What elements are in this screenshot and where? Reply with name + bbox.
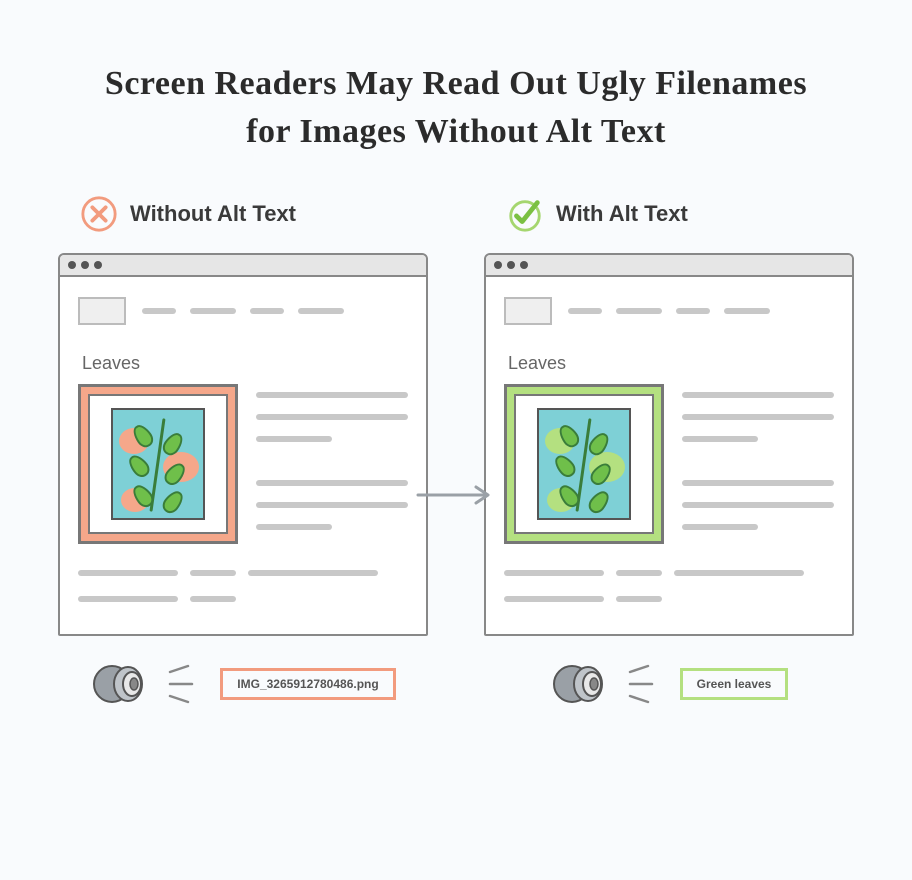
placeholder-line [682,524,758,530]
placeholder-line [256,524,332,530]
comparison-container: Without Alt Text Leaves [40,195,872,710]
window-titlebar [486,255,852,277]
screen-reader-output-right: Green leaves [680,668,789,700]
image-frame-left [78,384,238,544]
placeholder-line [504,570,604,576]
with-alt-column: With Alt Text Leaves [466,195,872,710]
window-dot [507,261,515,269]
browser-window-left: Leaves [58,253,428,636]
speaker-icon [550,658,612,710]
placeholder-line [724,308,770,314]
placeholder-line [78,570,178,576]
placeholder-box [504,297,552,325]
with-alt-label: With Alt Text [506,195,872,233]
placeholder-line [256,392,408,398]
placeholder-line [142,308,176,314]
placeholder-line [250,308,284,314]
main-heading: Screen Readers May Read Out Ugly Filenam… [100,60,812,155]
window-dot [94,261,102,269]
placeholder-line [78,596,178,602]
leaves-illustration [537,408,631,520]
placeholder-line [676,308,710,314]
with-alt-label-text: With Alt Text [556,201,688,227]
window-dot [68,261,76,269]
placeholder-line [190,596,236,602]
placeholder-line [616,596,662,602]
window-titlebar [60,255,426,277]
placeholder-line [682,502,834,508]
sound-waves-icon [166,664,206,704]
placeholder-line [674,570,804,576]
speaker-icon [90,658,152,710]
image-caption-right: Leaves [508,353,834,374]
placeholder-line [190,308,236,314]
placeholder-line [190,570,236,576]
screen-reader-output-left: IMG_3265912780486.png [220,668,395,700]
without-alt-column: Without Alt Text Leaves [40,195,446,710]
placeholder-box [78,297,126,325]
placeholder-line [616,308,662,314]
image-frame-right [504,384,664,544]
placeholder-line [504,596,604,602]
arrow-icon [416,485,496,505]
placeholder-line [682,480,834,486]
check-icon [506,195,544,233]
placeholder-line [616,570,662,576]
speaker-output-right: Green leaves [466,658,872,710]
without-alt-label-text: Without Alt Text [130,201,296,227]
cross-icon [80,195,118,233]
sound-waves-icon [626,664,666,704]
without-alt-label: Without Alt Text [80,195,446,233]
browser-window-right: Leaves [484,253,854,636]
placeholder-line [256,414,408,420]
placeholder-line [256,480,408,486]
placeholder-line [298,308,344,314]
placeholder-line [682,414,834,420]
speaker-output-left: IMG_3265912780486.png [40,658,446,710]
placeholder-line [568,308,602,314]
placeholder-line [682,436,758,442]
placeholder-line [256,502,408,508]
window-dot [520,261,528,269]
placeholder-line [256,436,332,442]
image-caption-left: Leaves [82,353,408,374]
window-dot [494,261,502,269]
leaves-illustration [111,408,205,520]
window-dot [81,261,89,269]
placeholder-line [248,570,378,576]
placeholder-line [682,392,834,398]
